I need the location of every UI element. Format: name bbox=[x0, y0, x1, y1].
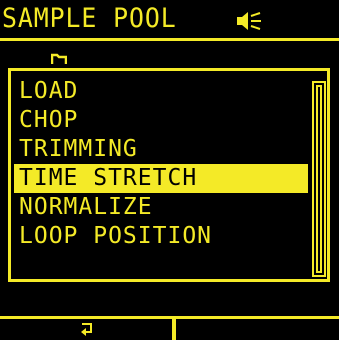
menu-frame: LOAD CHOP TRIMMING TIME STRETCH NORMALIZ… bbox=[8, 68, 330, 282]
menu-item-time-stretch[interactable]: TIME STRETCH bbox=[14, 164, 308, 193]
menu-item-chop[interactable]: CHOP bbox=[14, 106, 308, 135]
folder-icon bbox=[51, 53, 67, 64]
header-bar: SAMPLE POOL bbox=[0, 0, 339, 42]
softkey-return[interactable] bbox=[0, 319, 172, 340]
menu-item-loop-position[interactable]: LOOP POSITION bbox=[14, 222, 308, 251]
return-arrow-icon bbox=[81, 323, 92, 336]
softkey-empty[interactable] bbox=[176, 319, 339, 340]
header-divider bbox=[0, 38, 339, 41]
softkey-bar bbox=[0, 316, 339, 340]
menu-scrollbar[interactable] bbox=[312, 81, 326, 277]
menu-item-normalize[interactable]: NORMALIZE bbox=[14, 193, 308, 222]
page-title: SAMPLE POOL bbox=[2, 3, 177, 34]
scrollbar-thumb[interactable] bbox=[316, 85, 322, 273]
speaker-muted-icon bbox=[237, 12, 261, 30]
menu-list: LOAD CHOP TRIMMING TIME STRETCH NORMALIZ… bbox=[14, 77, 308, 251]
menu-item-trimming[interactable]: TRIMMING bbox=[14, 135, 308, 164]
menu-item-load[interactable]: LOAD bbox=[14, 77, 308, 106]
sample-pool-screen: SAMPLE POOL LOAD CHOP TRIMMING TIME STRE… bbox=[0, 0, 339, 340]
